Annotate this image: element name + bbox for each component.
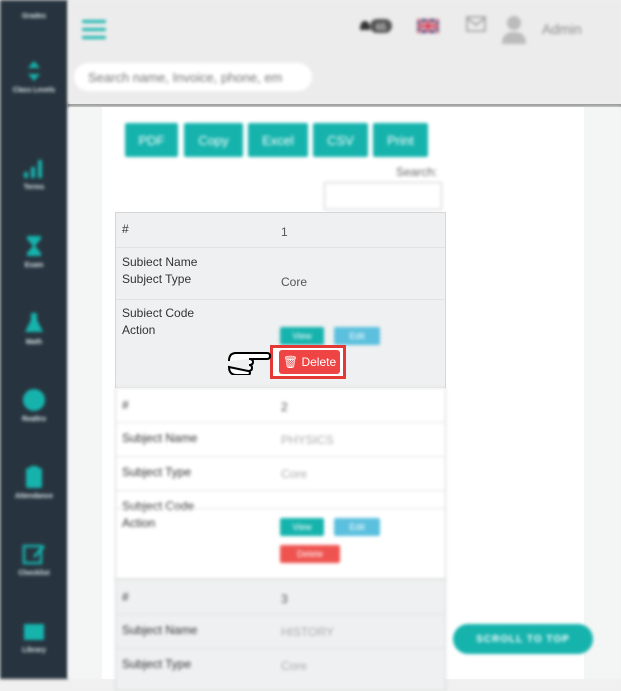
subject-name-label: Subject Name [122,255,198,266]
edit-button[interactable]: Edit [334,327,380,345]
num-value: 2 [281,400,288,414]
sidebar-item-grades[interactable]: Grades [0,10,68,20]
row-divider [116,614,445,615]
table-row: # 3 Subject Name HISTORY Subject Type Co… [115,579,446,691]
hamburger-line [82,20,106,23]
sidebar-item-label: Attendance [14,493,54,500]
notification-bell-icon[interactable]: 65 [356,16,396,36]
excel-button[interactable]: Excel [248,123,308,157]
num-label: # [122,222,129,236]
sidebar-item-label: Terms [23,184,45,191]
subject-type-value: Core [281,275,308,289]
sidebar-item-library[interactable]: Library [0,618,68,654]
sidebar-item-checklist[interactable]: Checklist [0,541,68,577]
sidebar-item-label: Library [22,647,46,654]
top-bar [68,0,621,104]
view-button[interactable]: View [280,327,324,345]
action-label: Action [122,323,156,337]
edit-button[interactable]: Edit [334,518,380,536]
action-label: Action [122,516,156,530]
uk-flag-icon[interactable] [417,19,439,33]
hamburger-line [82,36,106,39]
sidebar-item-label: Grades [21,13,47,20]
notification-count: 65 [376,22,386,32]
sidebar-item-realtro[interactable]: Realtro [0,387,68,423]
row-divider [116,508,445,509]
subject-type-label: Subject Type [122,657,192,671]
menu-toggle-button[interactable] [82,20,106,40]
row-divider [116,247,445,248]
row-divider [116,456,445,457]
sidebar-item-label: Class Levels [12,87,56,94]
num-value: 1 [281,225,288,239]
sidebar-item-label: Math [25,339,43,346]
subject-name-label: Subject Name [122,431,198,445]
delete-button[interactable]: 🗑 Delete [279,350,340,374]
row-divider [116,422,445,423]
subject-code-label: Subject Code [122,306,195,317]
sidebar-item-attendance[interactable]: Attendance [0,464,68,500]
search-input[interactable] [74,63,312,91]
sidebar-item-label: Checklist [18,570,50,577]
num-label: # [122,590,129,604]
flask-icon [25,313,43,332]
sidebar: Grades Class Levels Terms Exam Math Real… [0,0,68,679]
user-avatar-icon[interactable] [500,14,528,44]
copy-button[interactable]: Copy [184,123,243,157]
sidebar-item-label: Realtro [21,416,47,423]
view-button[interactable]: View [280,518,324,536]
row-divider [116,648,445,649]
row-divider [116,299,445,300]
scroll-to-top-button[interactable]: SCROLL TO TOP [453,624,593,654]
subject-type-value: Core [281,659,308,673]
circle-icon [23,389,45,411]
clipboard-icon [26,466,42,488]
subject-code-label: Subject Code [122,499,195,513]
print-button[interactable]: Print [373,123,428,157]
delete-button[interactable]: Delete [280,545,340,563]
sidebar-item-label: Exam [24,262,44,269]
mail-icon[interactable] [466,16,486,32]
pointing-hand-icon [227,352,271,375]
library-icon [24,624,44,640]
csv-button[interactable]: CSV [313,123,368,157]
hamburger-line [82,28,106,31]
num-value: 3 [281,592,288,606]
terms-icon [24,160,42,178]
subject-type-value: Core [281,467,308,481]
subject-name-value: HISTORY [281,625,334,639]
edit-icon [22,544,45,565]
sidebar-item-terms[interactable]: Terms [0,155,68,191]
subject-type-label: Subject Type [122,465,192,479]
delete-label: Delete [301,355,337,369]
sidebar-item-exam[interactable]: Exam [0,233,68,269]
user-name[interactable]: Admin [542,21,582,37]
sidebar-item-math[interactable]: Math [0,310,68,346]
table-search-label: Search: [396,165,438,179]
sidebar-item-class-levels[interactable]: Class Levels [0,58,68,94]
trash-icon: 🗑 [282,355,299,369]
subject-name-label: Subject Name [122,623,198,637]
table-search-input[interactable] [324,182,442,210]
subject-name-value: PHYSICS [281,433,334,447]
class-levels-icon [28,61,40,81]
subject-type-label: Subject Type [122,272,192,286]
num-label: # [122,398,129,412]
pdf-button[interactable]: PDF [125,123,178,157]
table-row: # 2 Subject Name PHYSICS Subject Type Co… [115,387,446,580]
exam-icon [27,236,41,256]
row-divider [116,490,445,491]
